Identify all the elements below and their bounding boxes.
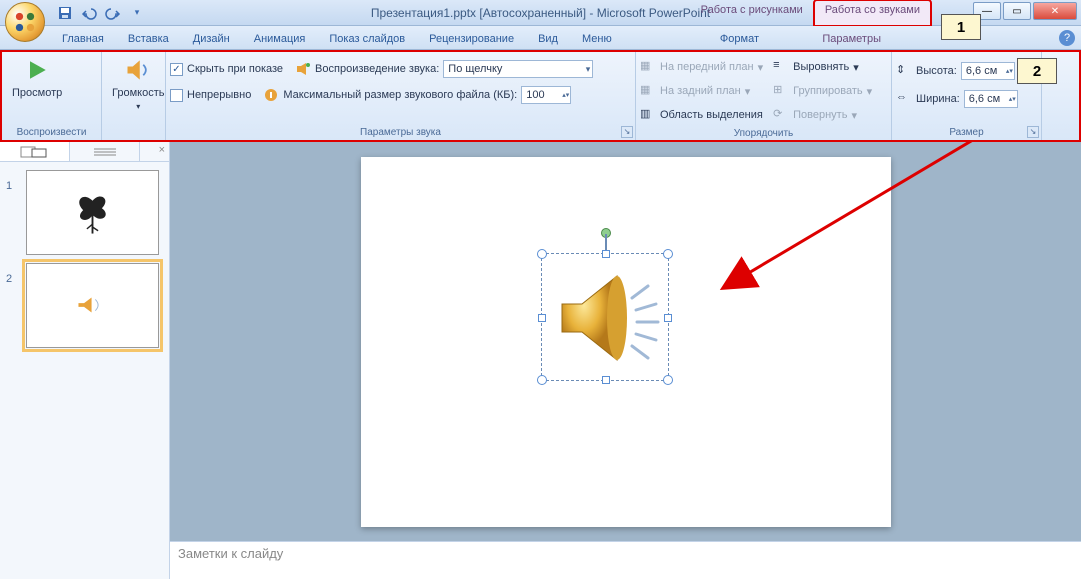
save-icon[interactable] (55, 3, 75, 23)
outline-tab[interactable] (70, 142, 140, 161)
selection-pane-icon: ▥ (640, 107, 656, 123)
hide-on-show-checkbox[interactable]: ✓Скрыть при показе (170, 58, 283, 80)
bring-front-icon: ▦ (640, 59, 656, 75)
callout-2: 2 (1017, 58, 1057, 84)
width-spin[interactable]: 6,6 см (964, 90, 1018, 108)
callout-1: 1 (941, 14, 981, 40)
send-back-button: ▦На задний план ▾ (640, 80, 763, 102)
tab-design[interactable]: Дизайн (181, 29, 242, 49)
context-tab-sounds[interactable]: Работа со звуками (814, 0, 931, 26)
window-title: Презентация1.pptx [Автосохраненный] - Mi… (371, 6, 710, 20)
tab-review[interactable]: Рецензирование (417, 29, 526, 49)
slide-canvas[interactable] (361, 157, 891, 527)
size-group-label: Размер (896, 125, 1037, 140)
align-icon: ≡ (773, 59, 789, 75)
loop-checkbox[interactable]: Непрерывно (170, 84, 251, 106)
thumb-1-num: 1 (6, 180, 12, 192)
office-button[interactable] (5, 2, 45, 42)
tab-insert[interactable]: Вставка (116, 29, 181, 49)
sound-opts-group-label: Параметры звука (170, 125, 631, 140)
chevron-down-icon: ▾ (136, 102, 140, 111)
pane-close-icon[interactable]: × (159, 144, 165, 156)
max-size-label: Максимальный размер звукового файла (КБ)… (283, 89, 517, 101)
sound-object[interactable] (541, 253, 669, 381)
rotate-icon: ⟳ (773, 107, 789, 123)
selection-pane-button[interactable]: ▥Область выделения (640, 104, 763, 126)
tab-home[interactable]: Главная (50, 29, 116, 49)
thumb-2-num: 2 (6, 273, 12, 285)
play-sound-icon (295, 61, 311, 77)
file-size-icon (263, 87, 279, 103)
maximize-button[interactable]: ▭ (1003, 2, 1031, 20)
width-icon: ⇔ (896, 91, 912, 107)
tab-view[interactable]: Вид (526, 29, 570, 49)
max-size-spin[interactable]: 100 (521, 86, 571, 104)
height-icon: ⇕ (896, 63, 912, 79)
play-group-label: Воспроизвести (6, 125, 97, 140)
tab-format[interactable]: Формат (708, 29, 771, 49)
close-button[interactable]: ✕ (1033, 2, 1077, 20)
play-sound-combo[interactable]: По щелчку (443, 60, 593, 78)
help-icon[interactable]: ? (1059, 30, 1075, 46)
send-back-icon: ▦ (640, 83, 656, 99)
notes-pane[interactable]: Заметки к слайду (170, 541, 1081, 579)
play-sound-label: Воспроизведение звука: (315, 63, 439, 75)
bring-front-button: ▦На передний план ▾ (640, 56, 763, 78)
group-icon: ⊞ (773, 83, 789, 99)
arrange-group-label: Упорядочить (640, 126, 887, 141)
sound-opts-dialog-launcher[interactable]: ↘ (621, 126, 633, 138)
volume-button[interactable]: Громкость ▾ (106, 54, 170, 113)
height-spin[interactable]: 6,6 см (961, 62, 1015, 80)
thumb-1[interactable] (26, 170, 159, 255)
redo-icon[interactable] (103, 3, 123, 23)
group-button: ⊞Группировать ▾ (773, 80, 872, 102)
width-label: Ширина: (916, 93, 960, 105)
height-label: Высота: (916, 65, 957, 77)
rotate-button: ⟳Повернуть ▾ (773, 104, 872, 126)
tab-params[interactable]: Параметры (810, 29, 893, 49)
tab-menu[interactable]: Меню (570, 29, 624, 49)
context-tab-pictures[interactable]: Работа с рисунками (690, 0, 814, 26)
undo-icon[interactable] (79, 3, 99, 23)
qat-dropdown-icon[interactable]: ▾ (127, 3, 147, 23)
slides-tab[interactable] (0, 142, 70, 161)
size-dialog-launcher[interactable]: ↘ (1027, 126, 1039, 138)
thumb-2[interactable] (26, 263, 159, 348)
tab-animation[interactable]: Анимация (242, 29, 318, 49)
preview-button[interactable]: Просмотр (6, 54, 68, 101)
volume-label: Громкость (112, 87, 164, 99)
tab-slideshow[interactable]: Показ слайдов (317, 29, 417, 49)
preview-label: Просмотр (12, 87, 62, 99)
align-button[interactable]: ≡Выровнять ▾ (773, 56, 872, 78)
